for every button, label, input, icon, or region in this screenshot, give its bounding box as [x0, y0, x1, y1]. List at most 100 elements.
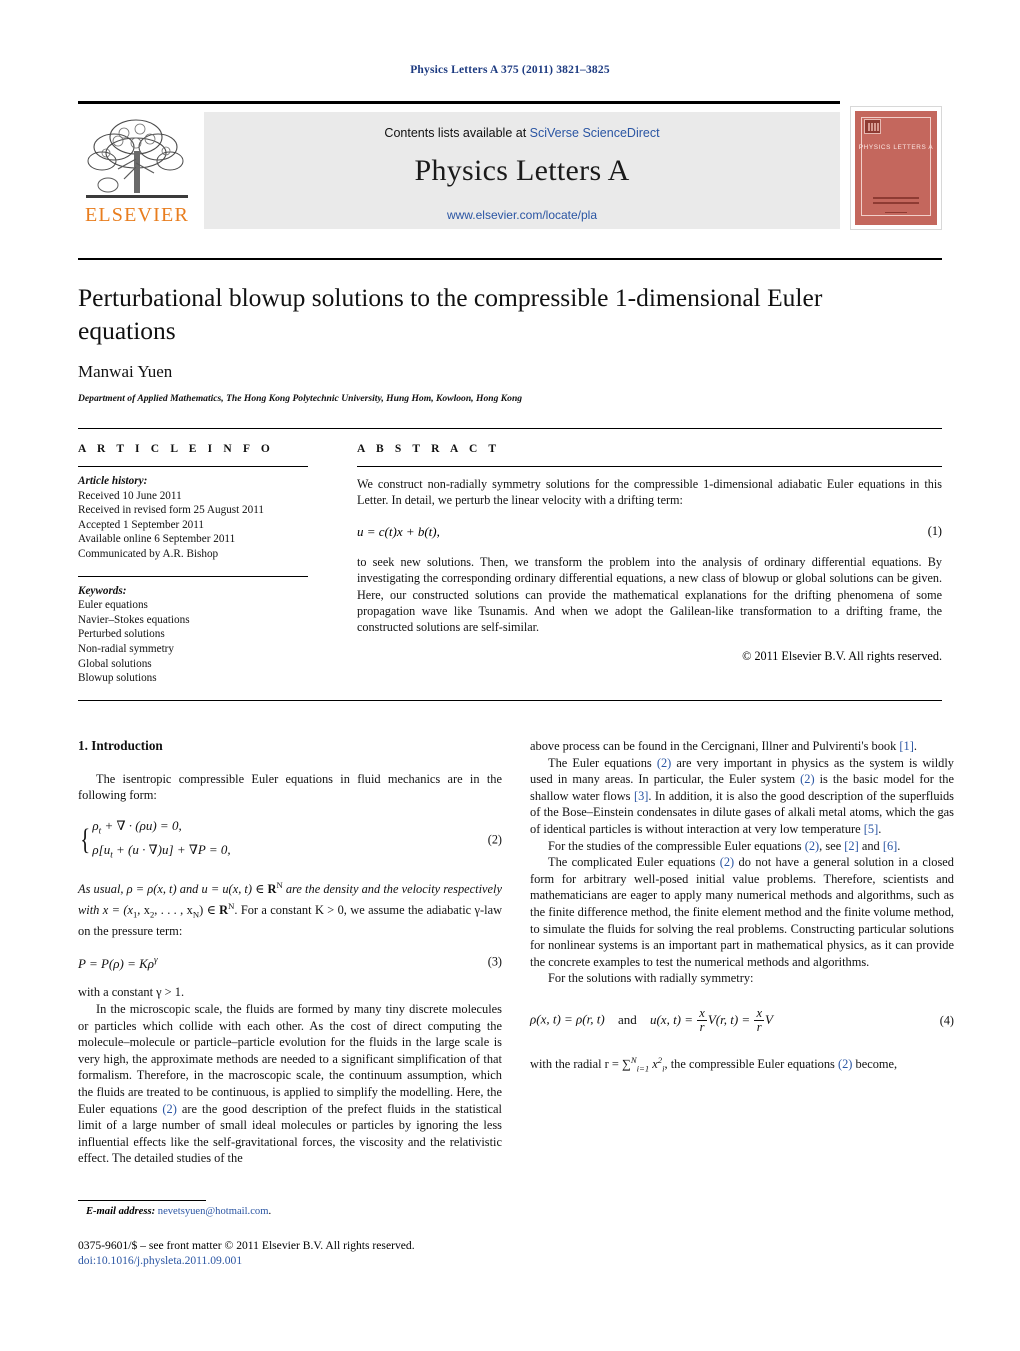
imprint-line: 0375-9601/$ – see front matter © 2011 El…	[78, 1239, 415, 1252]
running-head: Physics Letters A 375 (2011) 3821–3825	[410, 64, 610, 76]
info-bottom-rule	[78, 700, 942, 701]
cover-footline-3	[885, 212, 907, 213]
history-item: Available online 6 September 2011	[78, 533, 236, 546]
ref-1-link[interactable]: [1]	[899, 739, 913, 753]
ref-eq2-inline[interactable]: (2)	[162, 1102, 176, 1116]
doi-link[interactable]: doi:10.1016/j.physleta.2011.09.001	[78, 1253, 415, 1268]
info-top-rule	[78, 428, 942, 429]
abstract-paragraph-1: We construct non-radially symmetry solut…	[357, 477, 942, 508]
email-link[interactable]: nevetsyuen@hotmail.com	[158, 1206, 269, 1217]
right-paragraph-5: For the solutions with radially symmetry…	[548, 971, 754, 986]
equation-3-body: P = P(ρ) = Kργ	[78, 954, 158, 971]
cover-badge-icon	[864, 119, 881, 134]
right-paragraph-1: above process can be found in the Cercig…	[530, 739, 917, 753]
keywords-label: Keywords:	[78, 584, 127, 597]
equation-2-stack: ρt + ∇ · (ρu) = 0, ρ[ut + (u · ∇)u] + ∇P…	[92, 816, 230, 865]
keyword-item: Global solutions	[78, 657, 152, 670]
ref-2-link[interactable]: [2]	[844, 839, 858, 853]
ref-3-link[interactable]: [3]	[634, 789, 648, 803]
journal-masthead: ELSEVIER Contents lists available at Sci…	[78, 101, 942, 230]
equation-4-part-b: u(x, t) = x r V(r, t) = xrV	[649, 1005, 773, 1035]
ref-6-link[interactable]: [6]	[883, 839, 897, 853]
article-info-heading: A R T I C L E I N F O	[78, 443, 274, 455]
history-item: Received 10 June 2011	[78, 489, 182, 502]
equation-3-number: (3)	[487, 954, 502, 969]
article-history-group: Article history: Received 10 June 2011 R…	[78, 474, 308, 562]
keywords-rule	[78, 575, 308, 577]
imprint-block: 0375-9601/$ – see front matter © 2011 El…	[78, 1238, 415, 1268]
cover-inner: PHYSICS LETTERS A	[855, 111, 937, 225]
elsevier-tree-icon	[86, 119, 188, 198]
right-paragraph-3: For the studies of the compressible Eule…	[548, 838, 901, 853]
ref-eq2-link[interactable]: (2)	[657, 756, 671, 770]
abstract-heading: A B S T R A C T	[357, 443, 501, 455]
journal-band: Contents lists available at SciVerse Sci…	[204, 112, 840, 229]
email-label: E-mail address:	[85, 1206, 156, 1217]
sciencedirect-link[interactable]: SciVerse ScienceDirect	[530, 126, 660, 140]
keyword-item: Non-radial symmetry	[78, 642, 175, 655]
cover-title: PHYSICS LETTERS A	[858, 144, 934, 151]
cover-footline-2	[873, 202, 919, 204]
ref-eq2-link[interactable]: (2)	[800, 772, 814, 786]
paper-page: Physics Letters A 375 (2011) 3821–3825 E…	[0, 0, 1020, 1351]
history-item: Communicated by A.R. Bishop	[78, 547, 219, 560]
ref-5-link[interactable]: [5]	[864, 822, 878, 836]
keyword-item: Euler equations	[78, 599, 148, 612]
equation-4-and: and	[617, 1011, 637, 1027]
body-left-column: 1. Introduction The isentropic compressi…	[78, 738, 502, 1167]
abstract-column: A B S T R A C T We construct non-radiall…	[357, 443, 942, 664]
equation-2-line-1: ρt + ∇ · (ρu) = 0,	[92, 817, 182, 836]
history-item: Accepted 1 September 2011	[78, 518, 205, 531]
left-paragraph-3: with a constant γ > 1.	[78, 985, 185, 1000]
section-heading-introduction: 1. Introduction	[78, 738, 163, 753]
history-item: Received in revised form 25 August 2011	[78, 504, 265, 517]
abstract-copyright: © 2011 Elsevier B.V. All rights reserved…	[742, 648, 942, 663]
keyword-item: Blowup solutions	[78, 672, 157, 685]
ref-eq2-link[interactable]: (2)	[805, 839, 819, 853]
article-history-label: Article history:	[78, 475, 148, 487]
abstract-equation-1-body: u = c(t)x + b(t),	[357, 523, 440, 539]
page-title: Perturbational blowup solutions to the c…	[78, 283, 823, 345]
radial-sum-expression: ∑Ni=1 x2i	[621, 1055, 665, 1074]
equation-2-number: (2)	[487, 833, 502, 848]
right-paragraph-4: The complicated Euler equations (2) do n…	[530, 855, 954, 969]
footnote-rule	[78, 1200, 206, 1201]
right-paragraph-2: The Euler equations (2) are very importa…	[530, 755, 955, 836]
equation-2-brace: {	[80, 823, 91, 857]
left-paragraph-4: In the microscopic scale, the fluids are…	[78, 1001, 503, 1166]
masthead-top-rule	[78, 101, 840, 104]
keyword-item: Navier–Stokes equations	[78, 613, 190, 626]
title-top-rule	[78, 258, 942, 260]
fraction-x-over-r-1: xr	[697, 1005, 707, 1035]
contents-prefix: Contents lists available at	[384, 126, 530, 140]
journal-cover-thumbnail: PHYSICS LETTERS A	[850, 106, 942, 230]
email-address-line: E-mail address: nevetsyuen@hotmail.com.	[78, 1206, 271, 1217]
fraction-x-over-r-2: xr	[754, 1005, 765, 1035]
abstract-heading-rule	[357, 466, 942, 467]
elsevier-logo: ELSEVIER	[78, 111, 196, 229]
contents-available-line: Contents lists available at SciVerse Sci…	[204, 126, 840, 140]
left-paragraph-2: As usual, ρ = ρ(x, t) and u = u(x, t) ∈ …	[78, 879, 503, 938]
equation-2-line-2: ρ[ut + (u · ∇)u] + ∇P = 0,	[92, 842, 231, 860]
author-name: Manwai Yuen	[78, 362, 173, 381]
article-info-column: A R T I C L E I N F O Article history: R…	[78, 443, 308, 686]
equation-3: P = P(ρ) = Kργ (3)	[78, 951, 502, 972]
equation-4-number: (4)	[939, 1013, 954, 1028]
info-heading-rule	[78, 466, 308, 467]
ref-eq2-link[interactable]: (2)	[720, 855, 734, 869]
body-right-column: above process can be found in the Cercig…	[530, 738, 954, 1077]
elsevier-wordmark: ELSEVIER	[84, 204, 190, 226]
keyword-item: Perturbed solutions	[78, 628, 165, 641]
left-paragraph-1: The isentropic compressible Euler equati…	[78, 771, 502, 803]
ref-eq2-link[interactable]: (2)	[838, 1057, 852, 1071]
keywords-group: Keywords: Euler equations Navier–Stokes …	[78, 584, 308, 686]
equation-4-part-a: ρ(x, t) = ρ(r, t)	[530, 1011, 605, 1027]
email-trail: .	[268, 1206, 272, 1217]
journal-title: Physics Letters A	[414, 154, 630, 187]
abstract-equation-1-number: (1)	[927, 523, 942, 538]
cover-footline-1	[873, 197, 919, 199]
equation-2: { ρt + ∇ · (ρu) = 0, ρ[ut + (u · ∇)u] + …	[78, 816, 502, 865]
abstract-paragraph-2: to seek new solutions. Then, we transfor…	[357, 554, 942, 635]
author-affiliation: Department of Applied Mathematics, The H…	[78, 393, 523, 404]
journal-url-link[interactable]: www.elsevier.com/locate/pla	[204, 208, 840, 222]
